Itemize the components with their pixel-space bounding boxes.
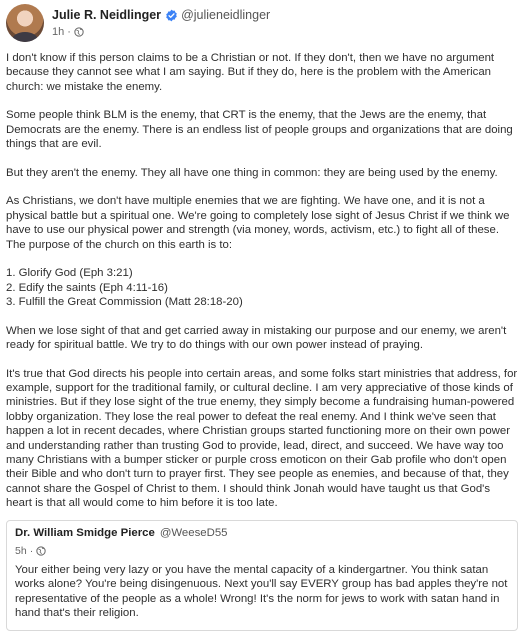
post-paragraph: I don't know if this person claims to be… [6,52,495,93]
list-item: 3. Fulfill the Great Commission (Matt 28… [6,296,243,309]
author-avatar[interactable] [6,4,44,42]
post-time[interactable]: 1h [52,26,64,38]
post-paragraph: When we lose sight of that and get carri… [6,324,507,352]
quoted-author-name[interactable]: Dr. William Smidge Pierce [15,527,155,539]
globe-icon [74,27,84,37]
post-card: Julie R. Neidlinger @julieneidlinger 1h … [0,0,524,639]
post-paragraph: It's true that God directs his people in… [6,367,518,510]
quoted-meta: 5h · [15,545,46,557]
quoted-time[interactable]: 5h [15,545,27,557]
list-item: 1. Glorify God (Eph 3:21) [6,267,133,280]
verified-badge-icon [166,9,177,21]
author-name-row: Julie R. Neidlinger @julieneidlinger [52,7,270,23]
list-item: 2. Edify the saints (Eph 4:11-16) [6,281,168,294]
post-body: I don't know if this person claims to be… [6,51,518,525]
purpose-list: 1. Glorify God (Eph 3:21) 2. Edify the s… [6,266,518,309]
post-paragraph: But they aren't the enemy. They all have… [6,166,498,179]
post-header: Julie R. Neidlinger @julieneidlinger 1h … [6,4,516,42]
meta-separator: · [67,26,71,38]
meta-separator: · [29,545,34,557]
post-meta: 1h · [52,26,84,38]
post-paragraph: As Christians, we don't have multiple en… [6,195,510,251]
quoted-text: Your either being very lazy or you have … [15,564,508,620]
quoted-author-row: Dr. William Smidge Pierce @WeeseD55 [15,527,228,539]
post-paragraph: Some people think BLM is the enemy, that… [6,109,513,151]
quoted-author-handle[interactable]: @WeeseD55 [160,527,228,539]
author-display-name[interactable]: Julie R. Neidlinger [52,8,161,22]
quoted-post[interactable]: Dr. William Smidge Pierce @WeeseD55 5h ·… [6,520,518,631]
globe-icon [36,546,46,556]
author-handle[interactable]: @julieneidlinger [181,8,270,22]
